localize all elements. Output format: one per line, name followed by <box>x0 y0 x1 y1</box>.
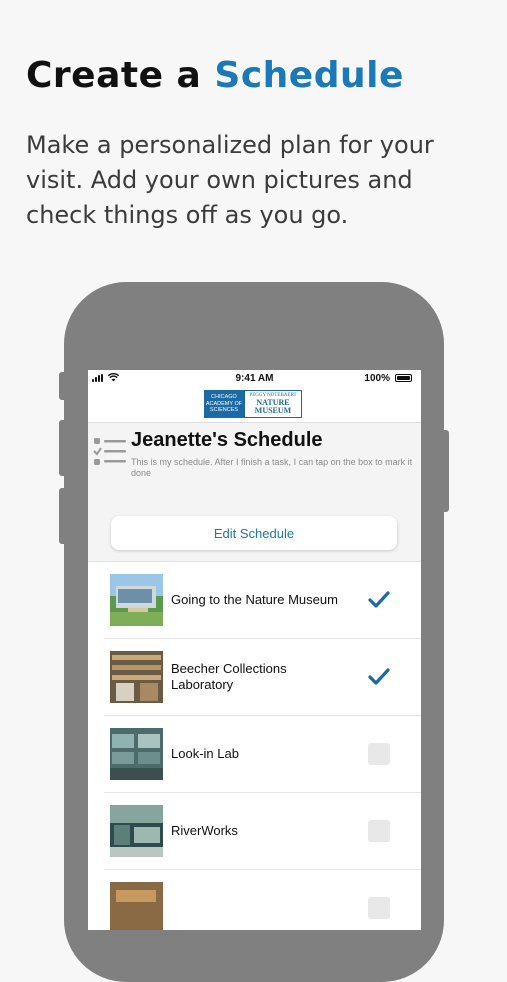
schedule-item[interactable] <box>104 870 421 930</box>
schedule-item-label: Going to the Nature Museum <box>171 592 338 607</box>
checkbox-unchecked[interactable] <box>368 897 390 919</box>
nature-museum-logo: PEGGY NOTEBAERT NATURE MUSEUM <box>244 390 302 418</box>
checkbox-checked[interactable] <box>368 589 390 611</box>
checklist-icon <box>93 438 126 465</box>
checkmark-icon <box>368 591 390 608</box>
schedule-list: Going to the Nature Museum Beecher Colle… <box>88 562 421 930</box>
chicago-academy-logo: CHICAGO ACADEMY OF SCIENCES <box>204 390 244 418</box>
headline-accent: Schedule <box>214 55 404 96</box>
edit-schedule-button[interactable]: Edit Schedule <box>111 516 397 550</box>
checkbox-checked[interactable] <box>368 666 390 688</box>
schedule-title: Jeanette's Schedule <box>131 429 323 451</box>
battery-percent: 100% <box>364 373 390 384</box>
schedule-description: This is my schedule. After I finish a ta… <box>131 457 413 478</box>
schedule-item[interactable]: Look-in Lab <box>104 716 421 793</box>
checkbox-unchecked[interactable] <box>368 820 390 842</box>
checkbox-unchecked[interactable] <box>368 743 390 765</box>
schedule-item-label: Beecher Collections Laboratory <box>171 661 287 692</box>
battery-icon <box>395 374 412 382</box>
schedule-item-label: Look-in Lab <box>171 746 239 761</box>
museum-logos: CHICAGO ACADEMY OF SCIENCES PEGGY NOTEBA… <box>204 390 302 418</box>
schedule-item-label: RiverWorks <box>171 823 238 838</box>
schedule-item[interactable]: RiverWorks <box>104 793 421 870</box>
subtitle: Make a personalized plan for your visit.… <box>26 131 434 229</box>
exhibit-photo <box>110 805 163 857</box>
schedule-header: Jeanette's Schedule This is my schedule.… <box>88 422 421 562</box>
schedule-item-label <box>171 870 341 930</box>
headline-prefix: Create a <box>26 55 202 96</box>
building-photo <box>110 574 163 626</box>
lab-photo <box>110 728 163 780</box>
room-photo <box>110 882 163 930</box>
status-bar: 9:41 AM 100% <box>88 370 421 386</box>
phone-screen: 9:41 AM 100% CHICAGO ACADEMY OF SCIENCES… <box>88 370 421 930</box>
schedule-item[interactable]: Going to the Nature Museum <box>104 562 421 639</box>
headline: Create a Schedule <box>26 55 404 96</box>
checkmark-icon <box>368 668 390 685</box>
schedule-item[interactable]: Beecher Collections Laboratory <box>104 639 421 716</box>
lab-shelves-photo <box>110 651 163 703</box>
